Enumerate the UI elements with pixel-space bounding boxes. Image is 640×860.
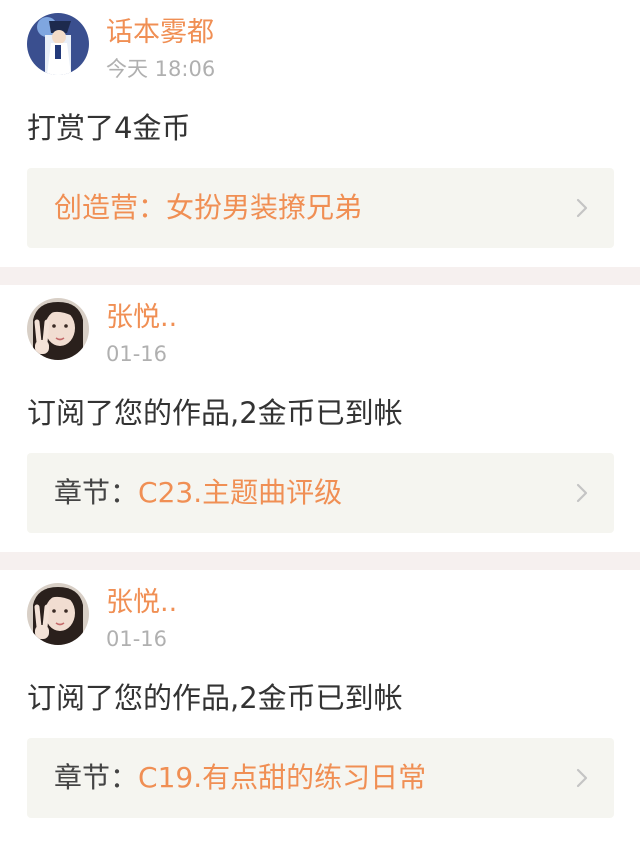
separator <box>0 267 640 285</box>
notification-feed: 话本雾都 今天 18:06 打赏了4金币 创造营：女扮男装撩兄弟 张悦.. 01… <box>0 0 640 837</box>
user-avatar-icon <box>27 13 89 75</box>
ref-prefix: 章节： <box>54 476 139 509</box>
ref-title: 创造营：女扮男装撩兄弟 <box>54 191 363 224</box>
chapter-link[interactable]: 章节：C19.有点甜的练习日常 <box>27 738 614 818</box>
user-avatar-icon <box>27 583 89 645</box>
chapter-link[interactable]: 章节：C23.主题曲评级 <box>27 453 614 533</box>
avatar[interactable] <box>27 583 89 645</box>
avatar[interactable] <box>27 13 89 75</box>
username[interactable]: 话本雾都 <box>106 16 214 50</box>
ref-title: C23.主题曲评级 <box>138 476 343 509</box>
avatar[interactable] <box>27 298 89 360</box>
username[interactable]: 张悦.. <box>106 586 177 620</box>
timestamp: 01-16 <box>106 342 168 366</box>
notification-item: 张悦.. 01-16 订阅了您的作品,2金币已到帐 章节：C19.有点甜的练习日… <box>0 570 640 837</box>
work-link-text: 创造营：女扮男装撩兄弟 <box>54 190 574 226</box>
notification-message: 打赏了4金币 <box>27 111 191 145</box>
timestamp: 今天 18:06 <box>106 57 216 81</box>
chevron-right-icon <box>576 768 588 788</box>
ref-title: C19.有点甜的练习日常 <box>138 761 427 794</box>
chevron-right-icon <box>576 198 588 218</box>
ref-prefix: 章节： <box>54 761 139 794</box>
work-link[interactable]: 创造营：女扮男装撩兄弟 <box>27 168 614 248</box>
notification-message: 订阅了您的作品,2金币已到帐 <box>27 396 403 430</box>
separator <box>0 552 640 570</box>
notification-message: 订阅了您的作品,2金币已到帐 <box>27 681 403 715</box>
chapter-link-text: 章节：C19.有点甜的练习日常 <box>54 760 574 796</box>
notification-item: 张悦.. 01-16 订阅了您的作品,2金币已到帐 章节：C23.主题曲评级 <box>0 285 640 552</box>
user-avatar-icon <box>27 298 89 360</box>
username[interactable]: 张悦.. <box>106 301 177 335</box>
notification-item: 话本雾都 今天 18:06 打赏了4金币 创造营：女扮男装撩兄弟 <box>0 0 640 267</box>
timestamp: 01-16 <box>106 627 168 651</box>
chapter-link-text: 章节：C23.主题曲评级 <box>54 475 574 511</box>
chevron-right-icon <box>576 483 588 503</box>
